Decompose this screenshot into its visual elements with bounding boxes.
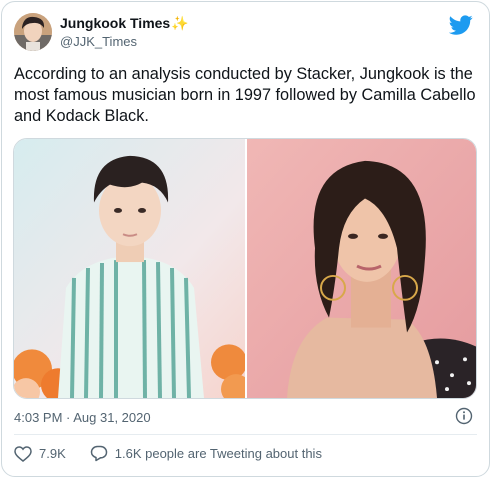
jungkook-photo[interactable] — [14, 139, 245, 398]
tweet-card: Jungkook Times✨ @JJK_Times According to … — [1, 1, 490, 477]
tweeting-about-text: 1.6K people are Tweeting about this — [114, 446, 322, 461]
camila-photo[interactable] — [247, 139, 477, 398]
tweet-text: According to an analysis conducted by St… — [14, 65, 476, 125]
like-count: 7.9K — [39, 446, 66, 461]
avatar[interactable] — [14, 13, 52, 51]
tweeting-about-link[interactable]: 1.6K people are Tweeting about this — [90, 445, 322, 462]
heart-icon — [14, 445, 32, 462]
tweet-actions: 7.9K 1.6K people are Tweeting about this — [14, 445, 346, 462]
display-name[interactable]: Jungkook Times✨ — [60, 15, 189, 32]
info-icon[interactable] — [455, 407, 473, 425]
speech-bubble-icon — [90, 445, 107, 462]
twitter-bird-icon[interactable] — [449, 13, 473, 37]
divider — [14, 434, 477, 435]
sparkle-emoji: ✨ — [171, 15, 189, 31]
display-name-text[interactable]: Jungkook Times — [60, 15, 170, 31]
tweet-timestamp[interactable]: 4:03 PM · Aug 31, 2020 — [14, 410, 151, 425]
like-button[interactable]: 7.9K — [14, 445, 66, 462]
user-handle[interactable]: @JJK_Times — [60, 34, 137, 49]
media-grid[interactable] — [13, 138, 477, 399]
